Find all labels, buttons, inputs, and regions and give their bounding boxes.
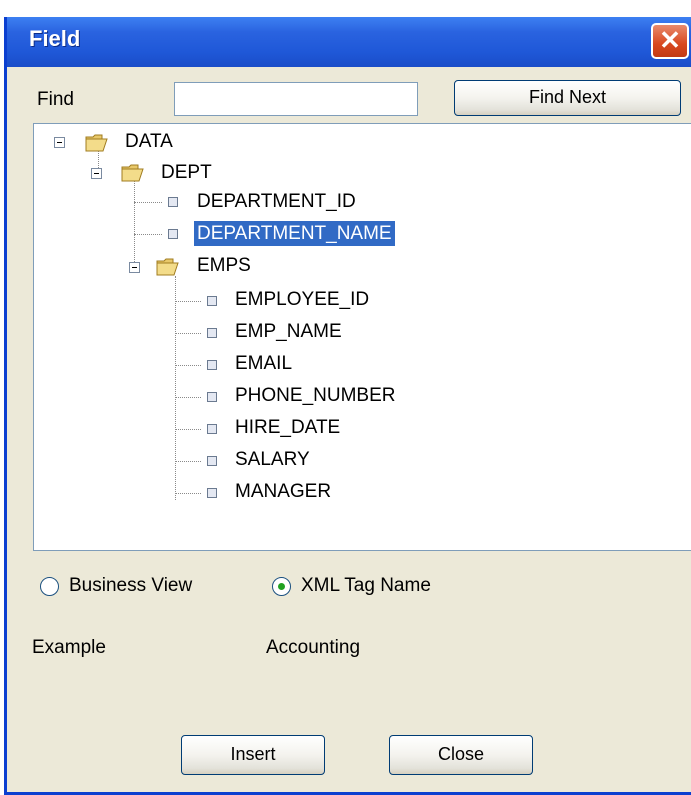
tree-node-label: PHONE_NUMBER — [235, 385, 396, 406]
tree-connector — [175, 276, 176, 500]
tree-connector — [134, 180, 135, 268]
tree-connector — [175, 365, 201, 366]
tree-node-label: DATA — [125, 131, 173, 152]
tree-node-phone-number[interactable]: PHONE_NUMBER — [232, 385, 398, 407]
collapse-icon[interactable] — [91, 168, 102, 179]
example-value: Accounting — [266, 637, 361, 658]
find-label: Find — [37, 89, 74, 110]
tree-node-label: SALARY — [235, 449, 310, 470]
field-icon — [207, 456, 217, 466]
tree-node-department-name[interactable]: DEPARTMENT_NAME — [194, 221, 395, 246]
folder-open-icon — [85, 134, 108, 152]
field-tree[interactable]: DATA DEPT DEPARTMENT_ID DEPARTMENT_NAME — [33, 123, 691, 551]
tree-connector — [175, 493, 201, 494]
tree-node-manager[interactable]: MANAGER — [232, 481, 334, 503]
window-title: Field — [29, 26, 81, 51]
tree-connector — [175, 461, 201, 462]
business-view-radio[interactable] — [40, 577, 59, 596]
example-label: Example — [32, 637, 106, 658]
field-icon — [207, 392, 217, 402]
tree-node-label: EMAIL — [235, 353, 293, 374]
title-bar[interactable]: Field ✕ — [7, 17, 691, 67]
folder-open-icon — [156, 258, 179, 276]
field-icon — [168, 229, 178, 239]
close-button[interactable]: Close — [389, 735, 533, 775]
tree-node-data[interactable]: DATA — [122, 131, 176, 153]
tree-node-label: MANAGER — [235, 481, 332, 502]
tree-node-salary[interactable]: SALARY — [232, 449, 313, 471]
tree-node-dept[interactable]: DEPT — [158, 162, 215, 184]
field-icon — [207, 328, 217, 338]
tree-node-department-id[interactable]: DEPARTMENT_ID — [194, 191, 359, 213]
tree-node-label: EMPS — [197, 255, 251, 276]
tree-connector — [134, 202, 162, 203]
tree-node-emps[interactable]: EMPS — [194, 255, 254, 277]
tree-node-email[interactable]: EMAIL — [232, 353, 295, 375]
tree-node-emp-name[interactable]: EMP_NAME — [232, 321, 345, 343]
business-view-label[interactable]: Business View — [69, 575, 192, 597]
tree-node-label: DEPT — [161, 162, 212, 183]
tree-connector — [175, 429, 201, 430]
xml-tag-name-label[interactable]: XML Tag Name — [301, 575, 431, 597]
field-icon — [168, 197, 178, 207]
tree-node-label-selected: DEPARTMENT_NAME — [194, 221, 395, 246]
tree-connector — [134, 234, 162, 235]
tree-node-label: EMP_NAME — [235, 321, 342, 342]
tree-node-hire-date[interactable]: HIRE_DATE — [232, 417, 343, 439]
field-icon — [207, 296, 217, 306]
xml-tag-name-radio[interactable] — [272, 577, 291, 596]
tree-connector — [175, 301, 201, 302]
find-next-button[interactable]: Find Next — [454, 80, 681, 116]
field-icon — [207, 360, 217, 370]
find-input[interactable] — [174, 82, 418, 116]
close-icon[interactable]: ✕ — [651, 23, 689, 59]
tree-node-label: HIRE_DATE — [235, 417, 341, 438]
folder-open-icon — [121, 164, 144, 182]
field-dialog: Field ✕ Find Find Next DATA DEPT DEPARTM… — [4, 17, 691, 795]
tree-connector — [175, 397, 201, 398]
tree-node-label: DEPARTMENT_ID — [197, 191, 356, 212]
dialog-body: Find Find Next DATA DEPT DEPARTMENT_ID D… — [7, 67, 691, 792]
insert-button[interactable]: Insert — [181, 735, 325, 775]
field-icon — [207, 488, 217, 498]
collapse-icon[interactable] — [54, 137, 65, 148]
tree-node-label: EMPLOYEE_ID — [235, 289, 370, 310]
tree-node-employee-id[interactable]: EMPLOYEE_ID — [232, 289, 372, 311]
tree-connector — [175, 333, 201, 334]
collapse-icon[interactable] — [129, 262, 140, 273]
field-icon — [207, 424, 217, 434]
